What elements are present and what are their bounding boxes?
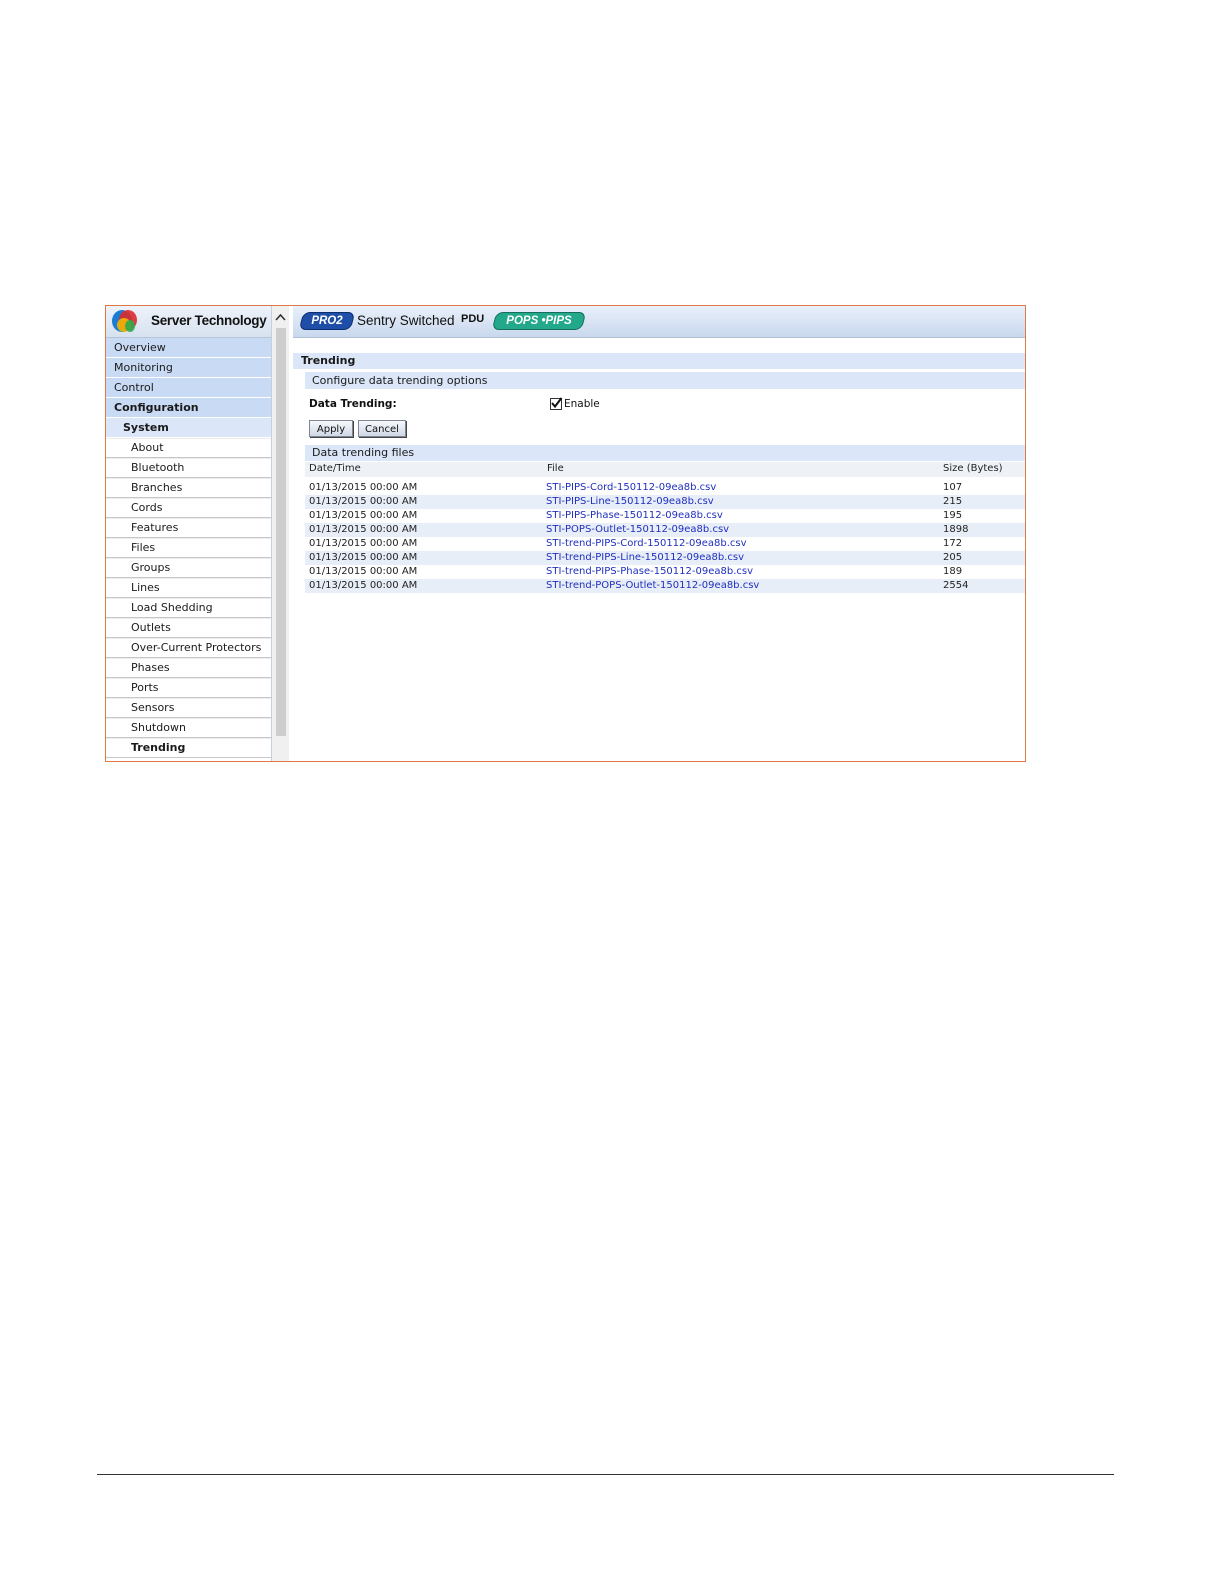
page-title: Trending bbox=[293, 353, 1025, 369]
table-row: 01/13/2015 00:00 AM STI-PIPS-Line-150112-… bbox=[305, 495, 1025, 509]
date-cell: 01/13/2015 00:00 AM bbox=[309, 510, 418, 521]
sidebar-item-about[interactable]: About bbox=[106, 438, 271, 458]
sidebar-item-sensors[interactable]: Sensors bbox=[106, 698, 271, 718]
sidebar-item-branches[interactable]: Branches bbox=[106, 478, 271, 498]
sidebar-item-over-current-protectors[interactable]: Over-Current Protectors bbox=[106, 638, 271, 658]
config-section-header: Configure data trending options bbox=[305, 372, 1025, 389]
file-link[interactable]: STI-trend-PIPS-Phase-150112-09ea8b.csv bbox=[546, 565, 753, 579]
sidebar-item-bluetooth[interactable]: Bluetooth bbox=[106, 458, 271, 478]
checkmark-icon bbox=[551, 397, 563, 409]
column-header-date: Date/Time bbox=[309, 463, 361, 474]
date-cell: 01/13/2015 00:00 AM bbox=[309, 566, 418, 577]
brand-header: Server Technology bbox=[106, 306, 271, 338]
sidebar-item-phases[interactable]: Phases bbox=[106, 658, 271, 678]
date-cell: 01/13/2015 00:00 AM bbox=[309, 482, 418, 493]
nav-list: Overview Monitoring Control Configuration Sy… bbox=[106, 338, 271, 758]
size-cell: 195 bbox=[943, 510, 963, 521]
product-title: Sentry Switched bbox=[357, 313, 455, 328]
sidebar-item-trending[interactable]: Trending bbox=[106, 738, 271, 758]
sidebar-item-outlets[interactable]: Outlets bbox=[106, 618, 271, 638]
file-link[interactable]: STI-PIPS-Cord-150112-09ea8b.csv bbox=[546, 481, 716, 495]
sidebar-scrollbar[interactable] bbox=[272, 306, 289, 761]
sidebar-item-system[interactable]: System bbox=[106, 418, 271, 438]
table-header: Date/Time File Size (Bytes) bbox=[305, 462, 1025, 477]
size-cell: 189 bbox=[943, 566, 963, 577]
enable-label[interactable]: Enable bbox=[564, 398, 600, 410]
sidebar-item-control[interactable]: Control bbox=[106, 378, 271, 398]
file-link[interactable]: STI-trend-PIPS-Line-150112-09ea8b.csv bbox=[546, 551, 744, 565]
table-row: 01/13/2015 00:00 AM STI-PIPS-Phase-150112… bbox=[305, 509, 1025, 523]
sidebar-item-configuration[interactable]: Configuration bbox=[106, 398, 271, 418]
files-section-header: Data trending files bbox=[305, 445, 1025, 461]
sidebar-item-ports[interactable]: Ports bbox=[106, 678, 271, 698]
table-row: 01/13/2015 00:00 AM STI-POPS-Outlet-15011… bbox=[305, 523, 1025, 537]
sidebar-item-load-shedding[interactable]: Load Shedding bbox=[106, 598, 271, 618]
size-cell: 1898 bbox=[943, 524, 969, 535]
sidebar-item-files[interactable]: Files bbox=[106, 538, 271, 558]
scroll-thumb[interactable] bbox=[276, 328, 286, 736]
cancel-button[interactable]: Cancel bbox=[358, 420, 406, 437]
file-link[interactable]: STI-POPS-Outlet-150112-09ea8b.csv bbox=[546, 523, 729, 537]
sidebar: Server Technology Overview Monitoring Cont… bbox=[106, 306, 272, 761]
pro2-label: PRO2 bbox=[311, 315, 343, 327]
sidebar-item-cords[interactable]: Cords bbox=[106, 498, 271, 518]
product-suffix: PDU bbox=[461, 313, 485, 325]
product-banner: PRO2 Sentry Switched PDU POPS •PIPS bbox=[293, 306, 1025, 338]
table-row: 01/13/2015 00:00 AM STI-trend-PIPS-Line-1… bbox=[305, 551, 1025, 565]
sidebar-item-shutdown[interactable]: Shutdown bbox=[106, 718, 271, 738]
scroll-up-button[interactable] bbox=[272, 306, 289, 328]
chevron-up-icon bbox=[275, 313, 286, 321]
brand-name: Server Technology bbox=[151, 313, 267, 328]
date-cell: 01/13/2015 00:00 AM bbox=[309, 524, 418, 535]
files-table-body: 01/13/2015 00:00 AM STI-PIPS-Cord-150112-… bbox=[305, 481, 1025, 593]
pro2-badge: PRO2 bbox=[298, 312, 356, 330]
sidebar-item-monitoring[interactable]: Monitoring bbox=[106, 358, 271, 378]
server-technology-logo-icon bbox=[112, 310, 137, 332]
table-row: 01/13/2015 00:00 AM STI-trend-PIPS-Cord-1… bbox=[305, 537, 1025, 551]
table-row: 01/13/2015 00:00 AM STI-PIPS-Cord-150112-… bbox=[305, 481, 1025, 495]
footer-divider bbox=[97, 1474, 1114, 1475]
main-content: PRO2 Sentry Switched PDU POPS •PIPS Tren… bbox=[293, 306, 1025, 761]
size-cell: 2554 bbox=[943, 580, 969, 591]
enable-checkbox[interactable] bbox=[550, 397, 563, 410]
column-header-size: Size (Bytes) bbox=[943, 463, 1003, 474]
sidebar-item-groups[interactable]: Groups bbox=[106, 558, 271, 578]
date-cell: 01/13/2015 00:00 AM bbox=[309, 552, 418, 563]
sidebar-item-lines[interactable]: Lines bbox=[106, 578, 271, 598]
file-link[interactable]: STI-trend-POPS-Outlet-150112-09ea8b.csv bbox=[546, 579, 759, 593]
size-cell: 205 bbox=[943, 552, 963, 563]
sidebar-item-features[interactable]: Features bbox=[106, 518, 271, 538]
data-trending-label: Data Trending: bbox=[309, 398, 397, 410]
table-row: 01/13/2015 00:00 AM STI-trend-POPS-Outlet… bbox=[305, 579, 1025, 593]
date-cell: 01/13/2015 00:00 AM bbox=[309, 538, 418, 549]
sidebar-item-overview[interactable]: Overview bbox=[106, 338, 271, 358]
column-header-file: File bbox=[547, 463, 564, 474]
date-cell: 01/13/2015 00:00 AM bbox=[309, 496, 418, 507]
file-link[interactable]: STI-trend-PIPS-Cord-150112-09ea8b.csv bbox=[546, 537, 747, 551]
pops-pips-label: POPS •PIPS bbox=[506, 315, 572, 327]
size-cell: 107 bbox=[943, 482, 963, 493]
apply-button[interactable]: Apply bbox=[309, 420, 353, 437]
file-link[interactable]: STI-PIPS-Phase-150112-09ea8b.csv bbox=[546, 509, 723, 523]
file-link[interactable]: STI-PIPS-Line-150112-09ea8b.csv bbox=[546, 495, 714, 509]
pops-pips-badge: POPS •PIPS bbox=[491, 312, 587, 330]
size-cell: 172 bbox=[943, 538, 963, 549]
table-row: 01/13/2015 00:00 AM STI-trend-PIPS-Phase-… bbox=[305, 565, 1025, 579]
size-cell: 215 bbox=[943, 496, 963, 507]
date-cell: 01/13/2015 00:00 AM bbox=[309, 580, 418, 591]
screenshot-frame: Server Technology Overview Monitoring Cont… bbox=[105, 305, 1026, 762]
